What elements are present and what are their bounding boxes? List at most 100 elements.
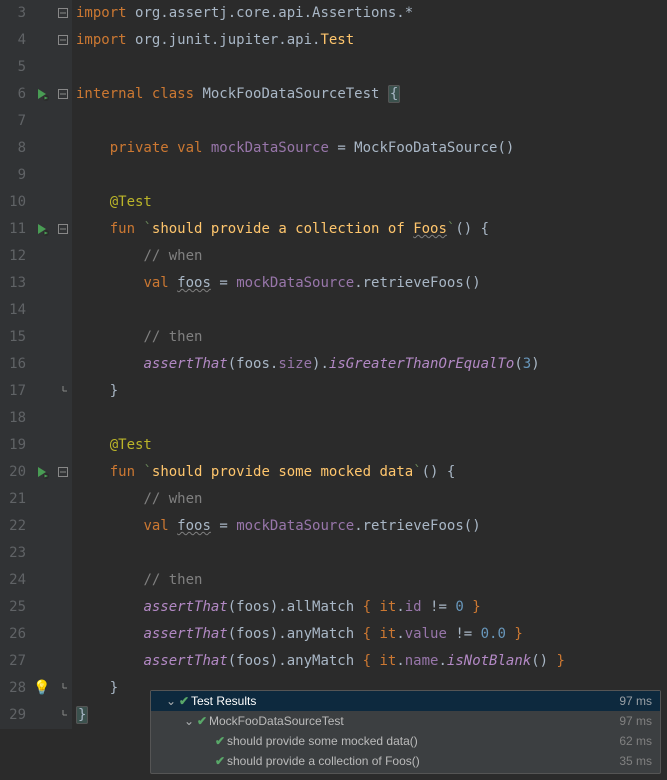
- line-number[interactable]: 22: [0, 513, 30, 540]
- code-line[interactable]: 16 assertThat(foos.size).isGreaterThanOr…: [0, 351, 667, 378]
- run-test-icon[interactable]: [30, 459, 54, 486]
- code-line[interactable]: 15 // then: [0, 324, 667, 351]
- code-content[interactable]: }: [72, 675, 118, 702]
- code-content[interactable]: assertThat(foos).anyMatch { it.name.isNo…: [72, 648, 565, 675]
- code-content[interactable]: }: [72, 378, 118, 405]
- code-line[interactable]: 6 internal class MockFooDataSourceTest {: [0, 81, 667, 108]
- fold-marker-close[interactable]: [54, 702, 72, 729]
- code-content[interactable]: // then: [72, 567, 202, 594]
- code-line[interactable]: 11 fun `should provide a collection of F…: [0, 216, 667, 243]
- line-number[interactable]: 14: [0, 297, 30, 324]
- chevron-down-icon[interactable]: ⌄: [183, 714, 195, 728]
- line-number[interactable]: 26: [0, 621, 30, 648]
- code-line[interactable]: 13 val foos = mockDataSource.retrieveFoo…: [0, 270, 667, 297]
- line-number[interactable]: 6: [0, 81, 30, 108]
- fold-marker-open[interactable]: [54, 459, 72, 486]
- line-number[interactable]: 28: [0, 675, 30, 702]
- line-number[interactable]: 4: [0, 27, 30, 54]
- line-number[interactable]: 17: [0, 378, 30, 405]
- code-line[interactable]: 18: [0, 405, 667, 432]
- code-content[interactable]: }: [72, 702, 88, 729]
- line-number[interactable]: 21: [0, 486, 30, 513]
- code-line[interactable]: 24 // then: [0, 567, 667, 594]
- fold-marker-open[interactable]: [54, 81, 72, 108]
- code-content[interactable]: val foos = mockDataSource.retrieveFoos(): [72, 270, 481, 297]
- code-content[interactable]: @Test: [72, 432, 152, 459]
- line-number[interactable]: 12: [0, 243, 30, 270]
- line-number[interactable]: 18: [0, 405, 30, 432]
- code-line[interactable]: 14: [0, 297, 667, 324]
- code-line[interactable]: 20 fun `should provide some mocked data`…: [0, 459, 667, 486]
- code-line[interactable]: 25 assertThat(foos).allMatch { it.id != …: [0, 594, 667, 621]
- line-number[interactable]: 3: [0, 0, 30, 27]
- code-content[interactable]: fun `should provide some mocked data`() …: [72, 459, 455, 486]
- code-content[interactable]: internal class MockFooDataSourceTest {: [72, 81, 400, 108]
- test-results-header[interactable]: ⌄ ✔ Test Results 97 ms: [151, 691, 660, 711]
- line-number[interactable]: 15: [0, 324, 30, 351]
- code-content[interactable]: assertThat(foos).anyMatch { it.value != …: [72, 621, 523, 648]
- code-content[interactable]: // when: [72, 486, 202, 513]
- code-line[interactable]: 8 private val mockDataSource = MockFooDa…: [0, 135, 667, 162]
- fold-marker-open[interactable]: [54, 27, 72, 54]
- code-content[interactable]: import org.assertj.core.api.Assertions.*: [72, 0, 413, 27]
- gutter-icon-empty: [30, 351, 54, 378]
- code-line[interactable]: 27 assertThat(foos).anyMatch { it.name.i…: [0, 648, 667, 675]
- test-result-row[interactable]: ✔should provide a collection of Foos()35…: [151, 751, 660, 771]
- fold-marker-empty: [54, 567, 72, 594]
- test-result-row[interactable]: ⌄✔MockFooDataSourceTest97 ms: [151, 711, 660, 731]
- fold-marker-empty: [54, 108, 72, 135]
- line-number[interactable]: 19: [0, 432, 30, 459]
- code-line[interactable]: 12 // when: [0, 243, 667, 270]
- fold-marker-open[interactable]: [54, 0, 72, 27]
- chevron-down-icon[interactable]: ⌄: [165, 694, 177, 708]
- test-result-row[interactable]: ✔should provide some mocked data()62 ms: [151, 731, 660, 751]
- code-content[interactable]: // then: [72, 324, 202, 351]
- line-number[interactable]: 5: [0, 54, 30, 81]
- line-number[interactable]: 24: [0, 567, 30, 594]
- code-line[interactable]: 17 }: [0, 378, 667, 405]
- line-number[interactable]: 20: [0, 459, 30, 486]
- fold-marker-open[interactable]: [54, 216, 72, 243]
- line-number[interactable]: 13: [0, 270, 30, 297]
- code-editor[interactable]: 3 import org.assertj.core.api.Assertions.…: [0, 0, 667, 780]
- test-results-panel[interactable]: ⌄ ✔ Test Results 97 ms ⌄✔MockFooDataSour…: [150, 690, 661, 774]
- code-content[interactable]: // when: [72, 243, 202, 270]
- fold-marker-close[interactable]: [54, 378, 72, 405]
- code-content[interactable]: import org.junit.jupiter.api.Test: [72, 27, 354, 54]
- gutter-icon-empty: [30, 108, 54, 135]
- code-line[interactable]: 5: [0, 54, 667, 81]
- code-line[interactable]: 22 val foos = mockDataSource.retrieveFoo…: [0, 513, 667, 540]
- code-line[interactable]: 26 assertThat(foos).anyMatch { it.value …: [0, 621, 667, 648]
- line-number[interactable]: 7: [0, 108, 30, 135]
- code-line[interactable]: 21 // when: [0, 486, 667, 513]
- code-line[interactable]: 4 import org.junit.jupiter.api.Test: [0, 27, 667, 54]
- line-number[interactable]: 16: [0, 351, 30, 378]
- code-content[interactable]: @Test: [72, 189, 152, 216]
- code-content[interactable]: private val mockDataSource = MockFooData…: [72, 135, 514, 162]
- code-content[interactable]: assertThat(foos.size).isGreaterThanOrEqu…: [72, 351, 540, 378]
- code-line[interactable]: 9: [0, 162, 667, 189]
- code-line[interactable]: 10 @Test: [0, 189, 667, 216]
- line-number[interactable]: 11: [0, 216, 30, 243]
- fold-marker-empty: [54, 54, 72, 81]
- code-line[interactable]: 23: [0, 540, 667, 567]
- run-test-icon[interactable]: [30, 216, 54, 243]
- line-number[interactable]: 10: [0, 189, 30, 216]
- intention-bulb-icon[interactable]: 💡: [30, 675, 54, 702]
- code-content[interactable]: val foos = mockDataSource.retrieveFoos(): [72, 513, 481, 540]
- fold-marker-empty: [54, 162, 72, 189]
- line-number[interactable]: 23: [0, 540, 30, 567]
- check-icon: ✔: [213, 754, 227, 768]
- code-line[interactable]: 19 @Test: [0, 432, 667, 459]
- fold-marker-close[interactable]: [54, 675, 72, 702]
- line-number[interactable]: 29: [0, 702, 30, 729]
- run-test-icon[interactable]: [30, 81, 54, 108]
- code-line[interactable]: 3 import org.assertj.core.api.Assertions.…: [0, 0, 667, 27]
- code-content[interactable]: assertThat(foos).allMatch { it.id != 0 }: [72, 594, 481, 621]
- code-content[interactable]: fun `should provide a collection of Foos…: [72, 216, 489, 243]
- code-line[interactable]: 7: [0, 108, 667, 135]
- line-number[interactable]: 27: [0, 648, 30, 675]
- line-number[interactable]: 8: [0, 135, 30, 162]
- line-number[interactable]: 25: [0, 594, 30, 621]
- line-number[interactable]: 9: [0, 162, 30, 189]
